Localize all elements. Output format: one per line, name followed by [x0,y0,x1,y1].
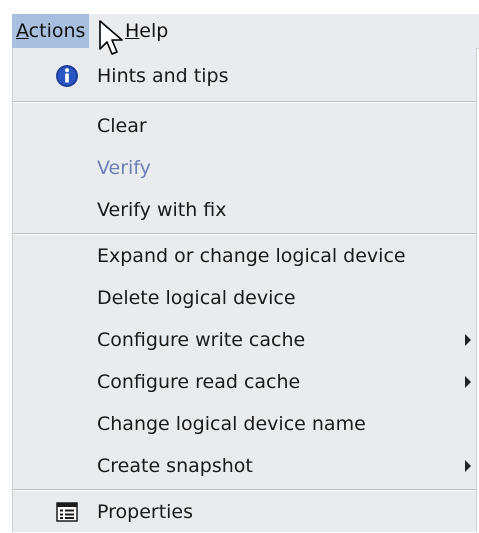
submenu-arrow-icon [465,334,471,346]
properties-icon [56,502,78,522]
menu-item-configure-read-cache[interactable]: Configure read cache [13,361,476,403]
menu-item-expand-logical-device[interactable]: Expand or change logical device [13,235,476,277]
menu-item-properties[interactable]: Properties [13,491,476,533]
menu-item-label: Properties [97,501,194,523]
info-icon [56,65,78,87]
menu-actions-label: ctions [28,20,86,42]
menu-help-label: elp [139,20,169,42]
menu-help-mnemonic: H [125,20,140,42]
menu-item-label: Verify [97,157,151,179]
menu-actions[interactable]: Actions [12,14,90,48]
menu-help[interactable]: Help [121,14,172,48]
menu-item-delete-logical-device[interactable]: Delete logical device [13,277,476,319]
mouse-pointer-icon [99,20,123,55]
menu-item-label: Change logical device name [97,413,366,435]
menu-item-change-logical-device-name[interactable]: Change logical device name [13,403,476,445]
menu-item-label: Hints and tips [97,65,229,87]
menu-item-configure-write-cache[interactable]: Configure write cache [13,319,476,361]
menu-item-hints-and-tips[interactable]: Hints and tips [13,55,476,97]
actions-dropdown-menu: Hints and tips Clear Verify Verify with … [12,48,477,532]
menu-item-label: Clear [97,115,147,137]
menu-item-label: Configure read cache [97,371,301,393]
menu-item-label: Configure write cache [97,329,306,351]
menu-item-label: Expand or change logical device [97,245,406,267]
menu-item-verify-with-fix[interactable]: Verify with fix [13,189,476,231]
submenu-arrow-icon [465,376,471,388]
menu-actions-mnemonic: A [16,20,29,42]
menu-item-clear[interactable]: Clear [13,105,476,147]
menu-item-label: Delete logical device [97,287,296,309]
menu-separator [13,101,476,103]
menu-item-create-snapshot[interactable]: Create snapshot [13,445,476,487]
menu-item-label: Create snapshot [97,455,253,477]
menu-item-label: Verify with fix [97,199,227,221]
submenu-arrow-icon [465,460,471,472]
menu-item-verify: Verify [13,147,476,189]
menu-bar: Actions Help [12,14,479,49]
